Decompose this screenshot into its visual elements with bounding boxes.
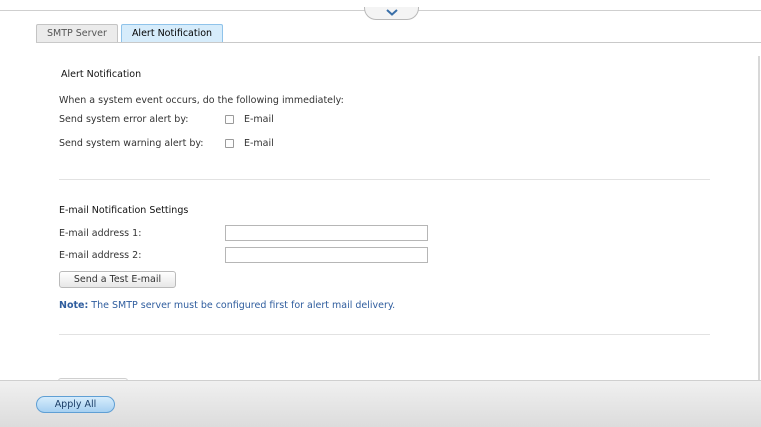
error-email-label: E-mail xyxy=(244,114,274,125)
note-prefix: Note: xyxy=(59,300,89,311)
send-test-email-button[interactable]: Send a Test E-mail xyxy=(59,271,176,288)
warning-email-label: E-mail xyxy=(244,138,274,149)
warning-email-checkbox[interactable] xyxy=(225,139,234,148)
warning-alert-label: Send system warning alert by: xyxy=(59,138,204,149)
collapse-toggle[interactable] xyxy=(364,7,419,20)
tab-underline xyxy=(36,42,761,43)
error-email-checkbox[interactable] xyxy=(225,115,234,124)
section-divider xyxy=(59,179,710,180)
chevron-down-icon xyxy=(386,9,398,16)
tab-bar: SMTP Server Alert Notification xyxy=(36,24,226,43)
note-text: The SMTP server must be configured first… xyxy=(88,300,396,311)
error-alert-label: Send system error alert by: xyxy=(59,114,189,125)
section-divider-bottom xyxy=(59,334,710,335)
tab-alert-notification[interactable]: Alert Notification xyxy=(120,24,224,43)
scrollbar[interactable] xyxy=(758,56,760,380)
apply-all-button[interactable]: Apply All xyxy=(36,396,115,413)
smtp-note: Note: The SMTP server must be configured… xyxy=(59,300,395,311)
email-address-1-label: E-mail address 1: xyxy=(59,228,142,239)
alert-notification-title: Alert Notification xyxy=(61,69,142,80)
email-settings-title: E-mail Notification Settings xyxy=(59,205,189,216)
email-address-1-input[interactable] xyxy=(225,225,428,241)
tab-smtp-server[interactable]: SMTP Server xyxy=(36,24,118,43)
email-address-2-label: E-mail address 2: xyxy=(59,250,142,261)
email-address-2-input[interactable] xyxy=(225,247,428,263)
alert-description: When a system event occurs, do the follo… xyxy=(59,95,344,106)
